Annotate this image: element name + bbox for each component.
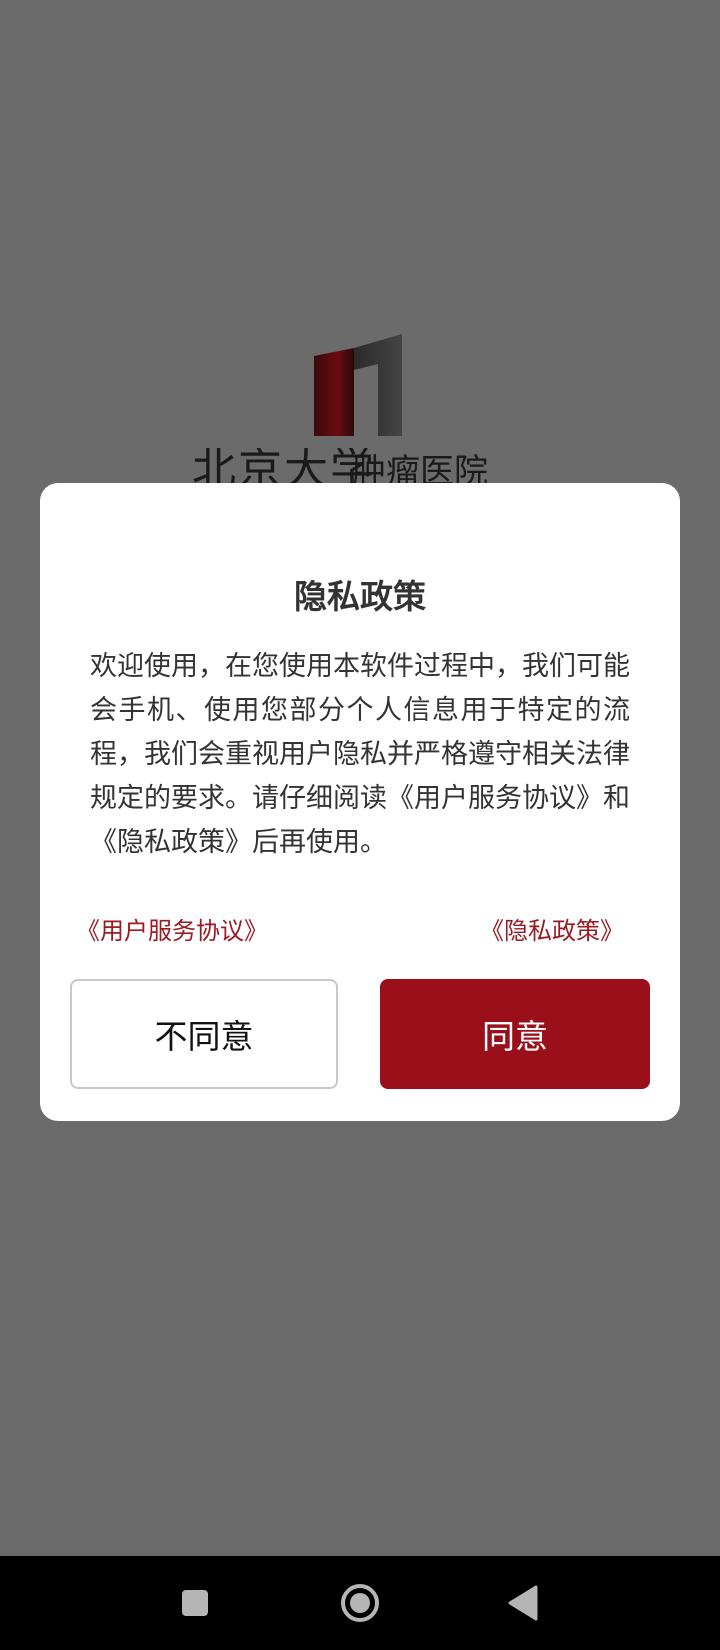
recents-square-icon bbox=[182, 1590, 208, 1616]
privacy-dialog: 隐私政策 欢迎使用，在您使用本软件过程中，我们可能会手机、使用您部分个人信息用于… bbox=[40, 483, 680, 1121]
disagree-button[interactable]: 不同意 bbox=[70, 979, 338, 1089]
disagree-button-label: 不同意 bbox=[154, 1017, 254, 1056]
agree-button-label: 同意 bbox=[482, 1017, 548, 1056]
dialog-title: 隐私政策 bbox=[294, 577, 426, 616]
home-button[interactable] bbox=[333, 1576, 387, 1630]
back-button[interactable] bbox=[497, 1576, 551, 1630]
home-circle-icon bbox=[341, 1584, 379, 1622]
dialog-body-text: 欢迎使用，在您使用本软件过程中，我们可能会手机、使用您部分个人信息用于特定的流程… bbox=[90, 651, 630, 858]
hospital-logo-icon bbox=[312, 334, 404, 438]
recents-button[interactable] bbox=[168, 1576, 222, 1630]
privacy-policy-link[interactable]: 《隐私政策》 bbox=[480, 913, 624, 949]
back-triangle-icon bbox=[508, 1585, 538, 1621]
system-navigation-bar bbox=[0, 1556, 720, 1650]
logo-calligraphy: 北京大学 bbox=[192, 448, 376, 484]
agree-button[interactable]: 同意 bbox=[380, 979, 650, 1089]
logo-hospital-name: 肿瘤医院 bbox=[352, 452, 488, 484]
hospital-logo-text: 北京大学 肿瘤医院 bbox=[192, 448, 532, 484]
user-agreement-link[interactable]: 《用户服务协议》 bbox=[76, 913, 268, 949]
